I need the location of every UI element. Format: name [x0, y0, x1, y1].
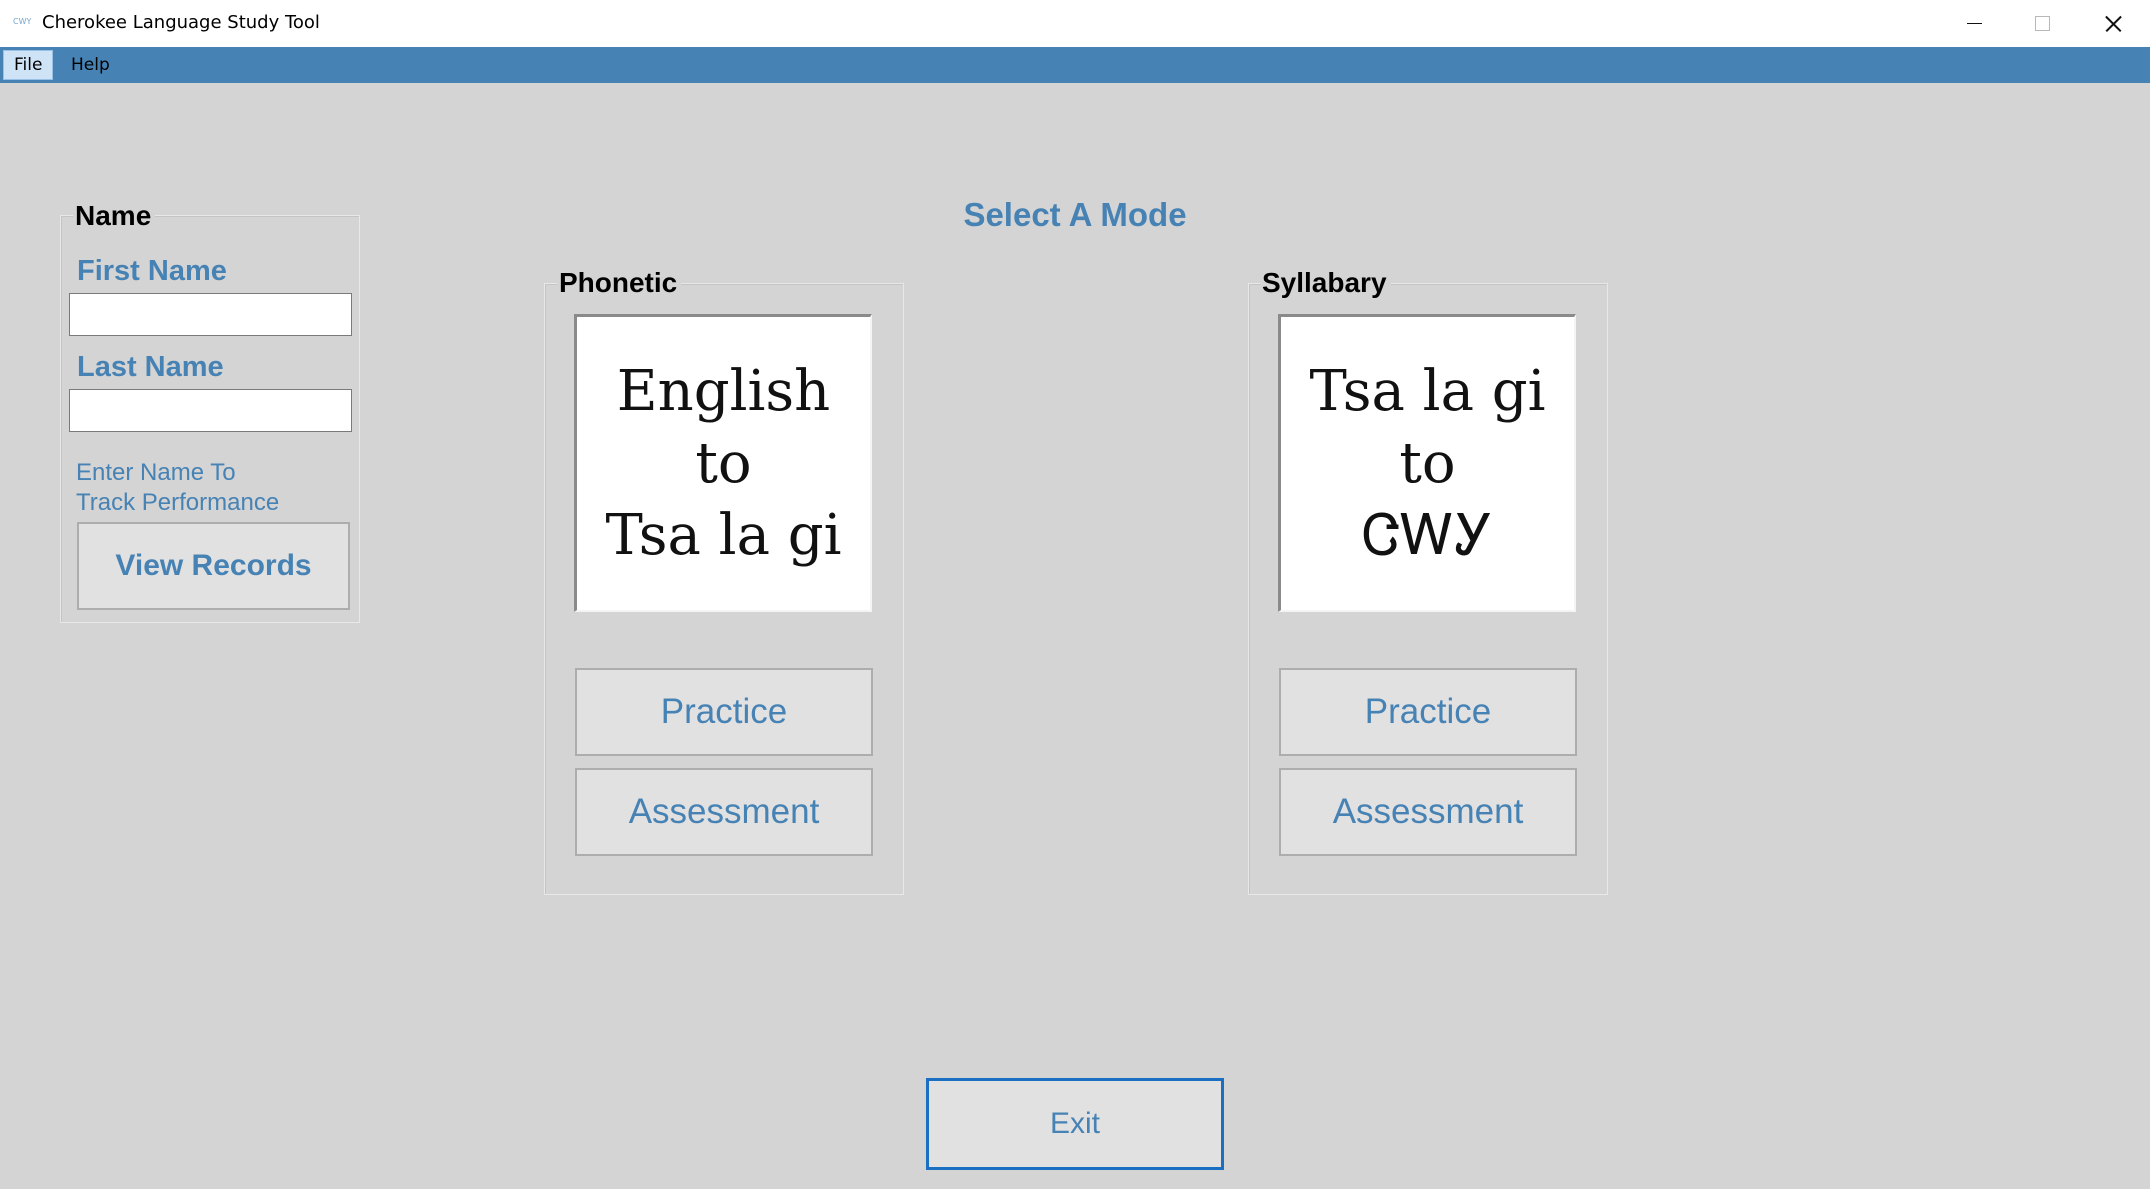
name-hint-line1: Enter Name To	[76, 459, 236, 486]
menu-file[interactable]: File	[3, 50, 54, 80]
syllabary-group-title: Syllabary	[1260, 267, 1391, 299]
window-title: Cherokee Language Study Tool	[42, 12, 320, 33]
exit-button[interactable]: Exit	[926, 1078, 1224, 1170]
first-name-label: First Name	[77, 255, 227, 287]
syllabary-card-line-3: ᏣᎳᎩ	[1361, 502, 1494, 568]
syllabary-card-line-1: Tsa la gi	[1309, 358, 1546, 424]
name-hint-line2: Track Performance	[76, 489, 280, 516]
menu-help[interactable]: Help	[61, 50, 120, 80]
view-records-button[interactable]: View Records	[77, 522, 350, 610]
phonetic-card-line-1: English	[616, 358, 831, 424]
name-group-title: Name	[73, 200, 156, 232]
last-name-label: Last Name	[77, 351, 224, 383]
maximize-button[interactable]	[2008, 0, 2076, 47]
first-name-input[interactable]	[69, 293, 352, 336]
syllabary-mode-card[interactable]: Tsa la gi to ᏣᎳᎩ	[1278, 314, 1576, 612]
phonetic-assessment-button[interactable]: Assessment	[575, 768, 873, 856]
syllabary-card-line-2: to	[1399, 430, 1456, 496]
phonetic-group-title: Phonetic	[557, 267, 682, 299]
close-button[interactable]	[2079, 0, 2147, 47]
phonetic-practice-button[interactable]: Practice	[575, 668, 873, 756]
name-hint: Enter Name To Track Performance	[76, 458, 336, 518]
syllabary-assessment-button[interactable]: Assessment	[1279, 768, 1577, 856]
minimize-button[interactable]	[1940, 0, 2008, 47]
phonetic-card-line-3: Tsa la gi	[605, 502, 842, 568]
menu-bar: File Help	[0, 47, 2150, 83]
app-icon: CWY	[13, 17, 32, 26]
syllabary-practice-button[interactable]: Practice	[1279, 668, 1577, 756]
last-name-input[interactable]	[69, 389, 352, 432]
phonetic-mode-card[interactable]: English to Tsa la gi	[574, 314, 872, 612]
title-bar: CWY Cherokee Language Study Tool	[0, 0, 2150, 48]
mode-heading: Select A Mode	[963, 196, 1187, 233]
phonetic-card-line-2: to	[695, 430, 752, 496]
